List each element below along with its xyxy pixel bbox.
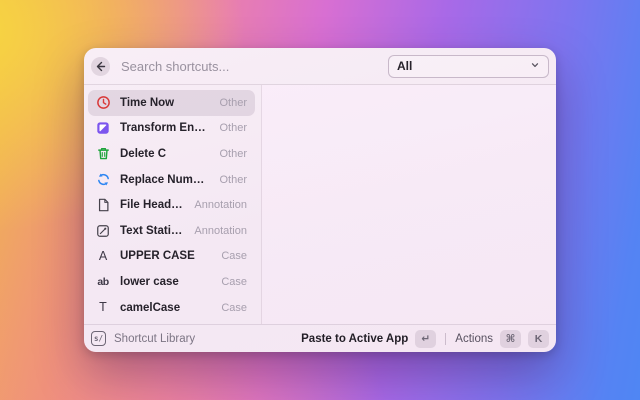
chart-icon [95,223,111,239]
list-item[interactable]: ab lower case Case [88,269,255,295]
lowercase-icon: ab [97,275,109,288]
list-item[interactable]: Time Now Other [88,90,255,116]
paste-to-active-app-button[interactable]: Paste to Active App [301,333,408,345]
chevron-down-icon [530,57,540,75]
uppercase-icon: A [98,249,108,264]
titlecase-icon: T [99,300,107,315]
list-item[interactable]: Transform English Other [88,116,255,142]
detail-pane [262,85,556,324]
filter-dropdown-value: All [397,59,413,73]
list-item-label: camelCase [120,301,181,314]
list-item-label: Delete C [120,147,167,160]
document-icon [95,197,111,213]
trash-icon [95,146,111,162]
list-item[interactable]: Text Statistics Annotation [88,218,255,244]
content-area: Time Now Other Transform English Other D… [84,85,556,324]
list-item[interactable]: A UPPER CASE Case [88,244,255,270]
list-item-category: Case [221,275,247,288]
command-key-badge: ⌘ [500,329,521,348]
search-bar: All [84,48,556,85]
shortcut-library-app-icon: s/ [91,331,106,346]
list-item-category: Case [221,301,247,314]
list-item-category: Other [219,96,247,109]
list-item[interactable]: Delete C Other [88,141,255,167]
footer-actions: Paste to Active App ↵ Actions ⌘ K [301,329,549,348]
return-key-badge: ↵ [415,329,437,348]
sync-icon [95,172,111,188]
list-item-category: Annotation [194,224,247,237]
list-item-label: Transform English [120,122,210,135]
k-key-badge: K [528,329,549,348]
actions-button[interactable]: Actions [455,333,493,345]
clock-icon [95,95,111,111]
list-item-category: Case [221,250,247,263]
list-item-label: Replace Number [120,173,211,186]
back-button[interactable] [91,56,110,76]
list-item-label: File Head Annotation [120,199,185,212]
list-item-label: Text Statistics [120,224,185,237]
list-item-label: UPPER CASE [120,250,195,263]
filter-dropdown[interactable]: All [388,54,549,78]
list-item-category: Other [219,173,247,186]
list-item-label: Time Now [120,96,175,109]
list-item[interactable]: Replace Number Other [88,167,255,193]
transform-icon [95,120,111,136]
list-item[interactable]: T camelCase Case [88,295,255,321]
list-item-category: Other [219,147,247,160]
shortcut-list: Time Now Other Transform English Other D… [84,85,262,324]
list-item[interactable]: File Head Annotation Annotation [88,192,255,218]
shortcut-library-window: All Time Now Other Transform English Oth… [84,48,556,352]
status-bar: s/ Shortcut Library Paste to Active App … [84,324,556,352]
footer-divider [445,332,447,345]
list-item-category: Other [219,122,247,135]
app-name-label: Shortcut Library [114,332,196,345]
list-item-category: Annotation [194,199,247,212]
list-item-label: lower case [120,275,179,288]
back-arrow-icon [95,61,106,72]
search-input[interactable] [119,57,378,75]
